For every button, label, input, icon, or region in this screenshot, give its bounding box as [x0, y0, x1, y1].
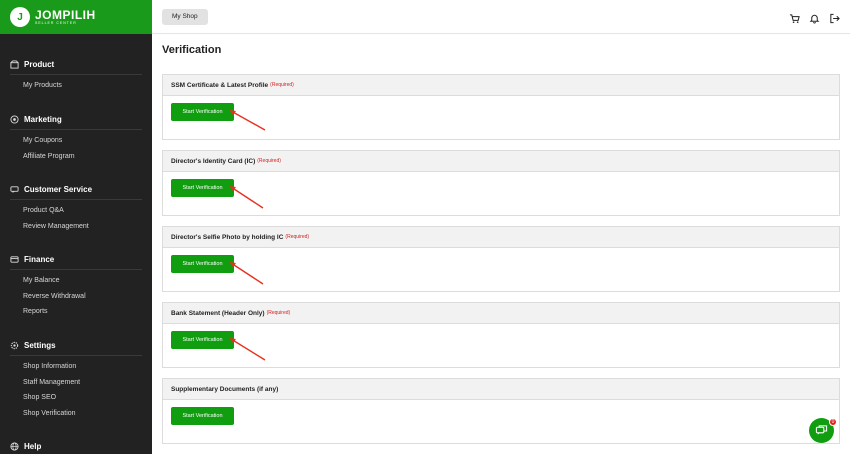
nav-title-finance: Finance — [24, 254, 55, 264]
nav-section-settings: Settings Shop Information Staff Manageme… — [0, 337, 152, 421]
verification-card-supplementary: Supplementary Documents (if any) Start V… — [162, 378, 840, 444]
nav-divider — [10, 199, 142, 200]
nav-title-help: Help — [24, 441, 42, 451]
nav-section-customer-service: Customer Service Product Q&A Review Mana… — [0, 181, 152, 234]
card-title: Director's Selfie Photo by holding IC — [171, 233, 284, 241]
topbar: My Shop — [152, 0, 850, 34]
sidebar-item-shop-information[interactable]: Shop Information — [0, 359, 152, 375]
card-body: Start Verification — [163, 248, 839, 291]
nav-section-finance: Finance My Balance Reverse Withdrawal Re… — [0, 251, 152, 320]
sidebar-item-review-management[interactable]: Review Management — [0, 219, 152, 235]
my-shop-tab[interactable]: My Shop — [162, 9, 208, 25]
card-body: Start Verification — [163, 172, 839, 215]
sidebar: J JOMPILIH SELLER CENTER Product My Prod… — [0, 0, 152, 454]
nav-head-help[interactable]: Help — [0, 438, 152, 454]
brand-text: JOMPILIH SELLER CENTER — [35, 9, 96, 26]
nav-title-settings: Settings — [24, 340, 56, 350]
required-label: (Required) — [266, 310, 291, 316]
annotation-arrow-icon — [229, 338, 266, 361]
card-header: Director's Identity Card (IC) (Required) — [163, 151, 839, 172]
nav-section-help: Help — [0, 438, 152, 454]
sidebar-item-my-coupons[interactable]: My Coupons — [0, 133, 152, 149]
nav-head-marketing: Marketing — [0, 111, 152, 127]
nav-title-customer-service: Customer Service — [24, 184, 93, 194]
nav-section-product: Product My Products — [0, 56, 152, 94]
sidebar-item-product-qa[interactable]: Product Q&A — [0, 203, 152, 219]
verification-card-ic: Director's Identity Card (IC) (Required)… — [162, 150, 840, 216]
start-verification-button[interactable]: Start Verification — [171, 407, 234, 425]
verification-card-ssm: SSM Certificate & Latest Profile (Requir… — [162, 74, 840, 140]
card-body: Start Verification — [163, 324, 839, 367]
required-label: (Required) — [257, 158, 281, 164]
card-title: Bank Statement (Header Only) — [171, 309, 265, 317]
nav-divider — [10, 355, 142, 356]
card-header: Bank Statement (Header Only) (Required) — [163, 303, 839, 324]
verification-card-selfie: Director's Selfie Photo by holding IC (R… — [162, 226, 840, 292]
annotation-arrow-icon — [229, 186, 264, 209]
sidebar-item-shop-seo[interactable]: Shop SEO — [0, 390, 152, 406]
box-icon — [10, 59, 19, 69]
brand-header[interactable]: J JOMPILIH SELLER CENTER — [0, 0, 152, 34]
card-body: Start Verification — [163, 400, 839, 443]
card-body: Start Verification — [163, 96, 839, 139]
globe-icon — [10, 441, 19, 451]
nav-head-settings: Settings — [0, 337, 152, 353]
chat-bubble-icon — [815, 425, 828, 435]
cart-icon[interactable] — [789, 11, 800, 23]
sidebar-item-staff-management[interactable]: Staff Management — [0, 375, 152, 391]
card-header: SSM Certificate & Latest Profile (Requir… — [163, 75, 839, 96]
logout-icon[interactable] — [829, 11, 840, 24]
start-verification-button[interactable]: Start Verification — [171, 255, 234, 273]
target-icon — [10, 114, 19, 124]
start-verification-button[interactable]: Start Verification — [171, 179, 234, 197]
nav-head-customer-service: Customer Service — [0, 181, 152, 197]
chat-icon — [10, 185, 19, 194]
bell-icon[interactable] — [809, 11, 820, 24]
brand-subtitle: SELLER CENTER — [35, 20, 77, 25]
annotation-arrow-icon — [229, 110, 266, 131]
sidebar-item-affiliate-program[interactable]: Affiliate Program — [0, 149, 152, 165]
sidebar-item-shop-verification[interactable]: Shop Verification — [0, 406, 152, 422]
sidebar-item-reports[interactable]: Reports — [0, 304, 152, 320]
card-title: Director's Identity Card (IC) — [171, 157, 256, 165]
card-title: Supplementary Documents (if any) — [171, 385, 279, 393]
nav-divider — [10, 269, 142, 270]
sidebar-item-my-balance[interactable]: My Balance — [0, 273, 152, 289]
sidebar-item-reverse-withdrawal[interactable]: Reverse Withdrawal — [0, 289, 152, 305]
nav-title-product: Product — [24, 59, 55, 69]
nav-head-product: Product — [0, 56, 152, 72]
start-verification-button[interactable]: Start Verification — [171, 331, 234, 349]
card-header: Supplementary Documents (if any) — [163, 379, 839, 400]
start-verification-button[interactable]: Start Verification — [171, 103, 234, 121]
required-label: (Required) — [270, 82, 294, 88]
annotation-arrow-icon — [229, 262, 264, 285]
page-title: Verification — [162, 44, 222, 56]
required-label: (Required) — [285, 234, 310, 240]
card-header: Director's Selfie Photo by holding IC (R… — [163, 227, 839, 248]
nav-section-marketing: Marketing My Coupons Affiliate Program — [0, 111, 152, 164]
brand-logo: J — [10, 7, 30, 27]
gear-icon — [10, 341, 19, 350]
nav-title-marketing: Marketing — [24, 114, 62, 124]
brand-name: JOMPILIH — [35, 7, 96, 22]
chat-badge: 0 — [829, 418, 837, 426]
wallet-icon — [10, 255, 19, 264]
nav-divider — [10, 74, 142, 75]
nav-divider — [10, 129, 142, 130]
sidebar-item-my-products[interactable]: My Products — [0, 78, 152, 94]
verification-card-bank-statement: Bank Statement (Header Only) (Required) … — [162, 302, 840, 368]
nav-head-finance: Finance — [0, 251, 152, 267]
card-title: SSM Certificate & Latest Profile — [171, 81, 269, 89]
